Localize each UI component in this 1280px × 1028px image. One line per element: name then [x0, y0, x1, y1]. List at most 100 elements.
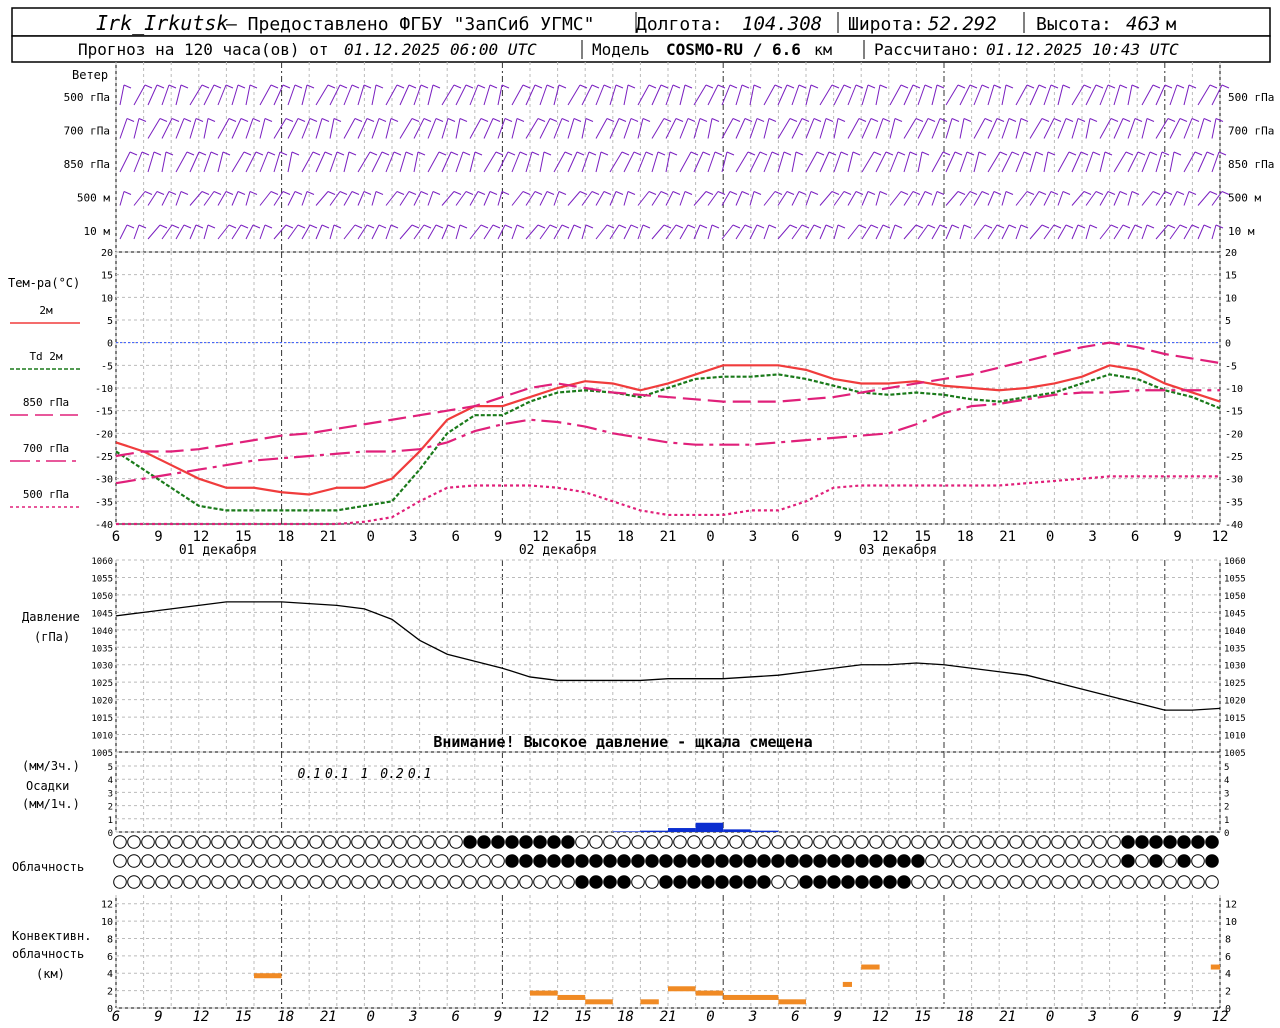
- wind-barb: [651, 118, 665, 139]
- wind-barb-flag: [951, 118, 960, 122]
- cloud-cover-symbol: [1205, 835, 1219, 849]
- wind-barb-flag: [531, 151, 540, 156]
- wind-barb-flag: [927, 118, 936, 122]
- wind-barb-flag: [768, 224, 777, 229]
- wind-barb: [1183, 118, 1193, 139]
- convective-cloud-segment: [723, 994, 779, 1000]
- wind-barb-flag: [1164, 191, 1173, 195]
- wind-barb: [511, 151, 521, 173]
- wind-barb-flag: [405, 151, 414, 156]
- wind-barb: [847, 151, 854, 173]
- wind-barb-flag: [717, 84, 726, 89]
- cloud-cover-symbol: [575, 854, 589, 868]
- wind-barb-flag: [351, 84, 360, 89]
- cloud-cover-symbol: [309, 854, 323, 868]
- wind-barb-flag: [1209, 191, 1218, 195]
- wind-barb: [609, 151, 623, 173]
- hour-tick-label: 18: [617, 529, 634, 545]
- wind-barb-flag: [264, 118, 273, 122]
- temp-tick-label-left: -10: [95, 384, 113, 395]
- wind-barb: [483, 151, 497, 173]
- cloud-cover-symbol: [1065, 875, 1079, 889]
- wind-barb-flag: [183, 118, 192, 122]
- cloud-cover-symbol: [925, 875, 939, 889]
- wind-barb-flag: [621, 151, 630, 156]
- precip-bar: [695, 822, 724, 832]
- wind-barb: [833, 191, 845, 206]
- wind-barb-flag: [297, 224, 306, 229]
- wind-barb: [679, 84, 686, 106]
- wind-barb-flag: [837, 224, 846, 229]
- cloud-cover-symbol: [813, 835, 827, 849]
- cloud-cover-symbol: [883, 875, 897, 889]
- wind-barb: [413, 151, 419, 173]
- wind-barb-flag: [237, 84, 246, 89]
- wind-barb-flag: [447, 224, 456, 229]
- wind-barb-flag: [789, 224, 798, 229]
- wind-barb: [1071, 191, 1085, 206]
- cloud-cover-symbol: [477, 854, 491, 868]
- wind-barb-flag: [201, 84, 210, 89]
- cloud-cover-symbol: [449, 854, 463, 868]
- wind-barb-flag: [321, 224, 330, 229]
- cloud-cover-symbol: [1191, 835, 1205, 849]
- cloud-cover-symbol: [1121, 835, 1135, 849]
- cloud-cover-symbol: [239, 835, 253, 849]
- wind-barb-flag: [753, 191, 762, 195]
- wind-barb: [385, 191, 398, 206]
- wind-barb: [931, 191, 938, 206]
- hour-tick-label: 3: [408, 1009, 417, 1024]
- cloud-cover-symbol: [449, 875, 463, 889]
- wind-barb-flag: [684, 84, 693, 89]
- cloud-cover-symbol: [295, 875, 309, 889]
- precip-tick-label-left: 0: [108, 829, 113, 839]
- cloud-cover-symbol: [701, 835, 715, 849]
- wind-barb-flag: [618, 118, 627, 122]
- hour-tick-label: 6: [791, 1009, 799, 1024]
- wind-barb: [973, 151, 980, 173]
- wind-barb-flag: [675, 118, 684, 122]
- wind-barb-flag: [810, 84, 819, 89]
- temp-tick-label-left: 20: [101, 248, 113, 259]
- wind-barb: [777, 118, 791, 139]
- wind-barb: [385, 151, 395, 173]
- wind-barb: [595, 84, 605, 106]
- cloud-cover-symbol: [421, 875, 435, 889]
- cloud-cover-symbol: [1093, 835, 1107, 849]
- wind-barb: [483, 191, 491, 206]
- cloud-cover-symbol: [827, 875, 841, 889]
- wind-barb-flag: [699, 118, 708, 122]
- wind-barb-flag: [705, 191, 714, 195]
- wind-barb: [469, 84, 479, 106]
- wind-barb: [511, 191, 524, 206]
- wind-barb-flag: [1035, 151, 1044, 156]
- wind-barb: [847, 118, 860, 139]
- wind-barb: [1141, 118, 1148, 139]
- wind-barb-flag: [900, 84, 909, 89]
- wind-barb-flag: [306, 191, 315, 195]
- cloud-cover-symbol: [1065, 854, 1079, 868]
- cloud-cover-symbol: [505, 875, 519, 889]
- wind-barb: [749, 191, 755, 206]
- temp-tick-label-right: -10: [1225, 384, 1243, 395]
- precip-amount-label: 0.1: [297, 767, 320, 782]
- wind-barb: [371, 84, 377, 106]
- cloud-cover-symbol: [967, 835, 981, 849]
- precip-tick-label-left: 5: [108, 763, 113, 773]
- wind-barb-flag: [1194, 151, 1203, 156]
- cloud-cover-symbol: [939, 835, 953, 849]
- wind-barb: [847, 224, 860, 240]
- wind-barb-flag: [159, 224, 168, 229]
- wind-barb-flag: [225, 84, 234, 89]
- alt-label: Высота:: [1036, 14, 1112, 35]
- hour-tick-label: 0: [706, 529, 714, 545]
- hour-tick-label: 9: [154, 529, 162, 545]
- cloud-cover-symbol: [113, 875, 127, 889]
- hour-tick-label: 21: [999, 529, 1016, 545]
- cloud-cover-symbol: [729, 835, 743, 849]
- hour-tick-label: 6: [1131, 1009, 1139, 1024]
- cloud-cover-symbol: [799, 875, 813, 889]
- wind-barb: [1141, 191, 1154, 206]
- convective-tick-label-left: 6: [107, 952, 113, 963]
- wind-barb-flag: [576, 151, 585, 156]
